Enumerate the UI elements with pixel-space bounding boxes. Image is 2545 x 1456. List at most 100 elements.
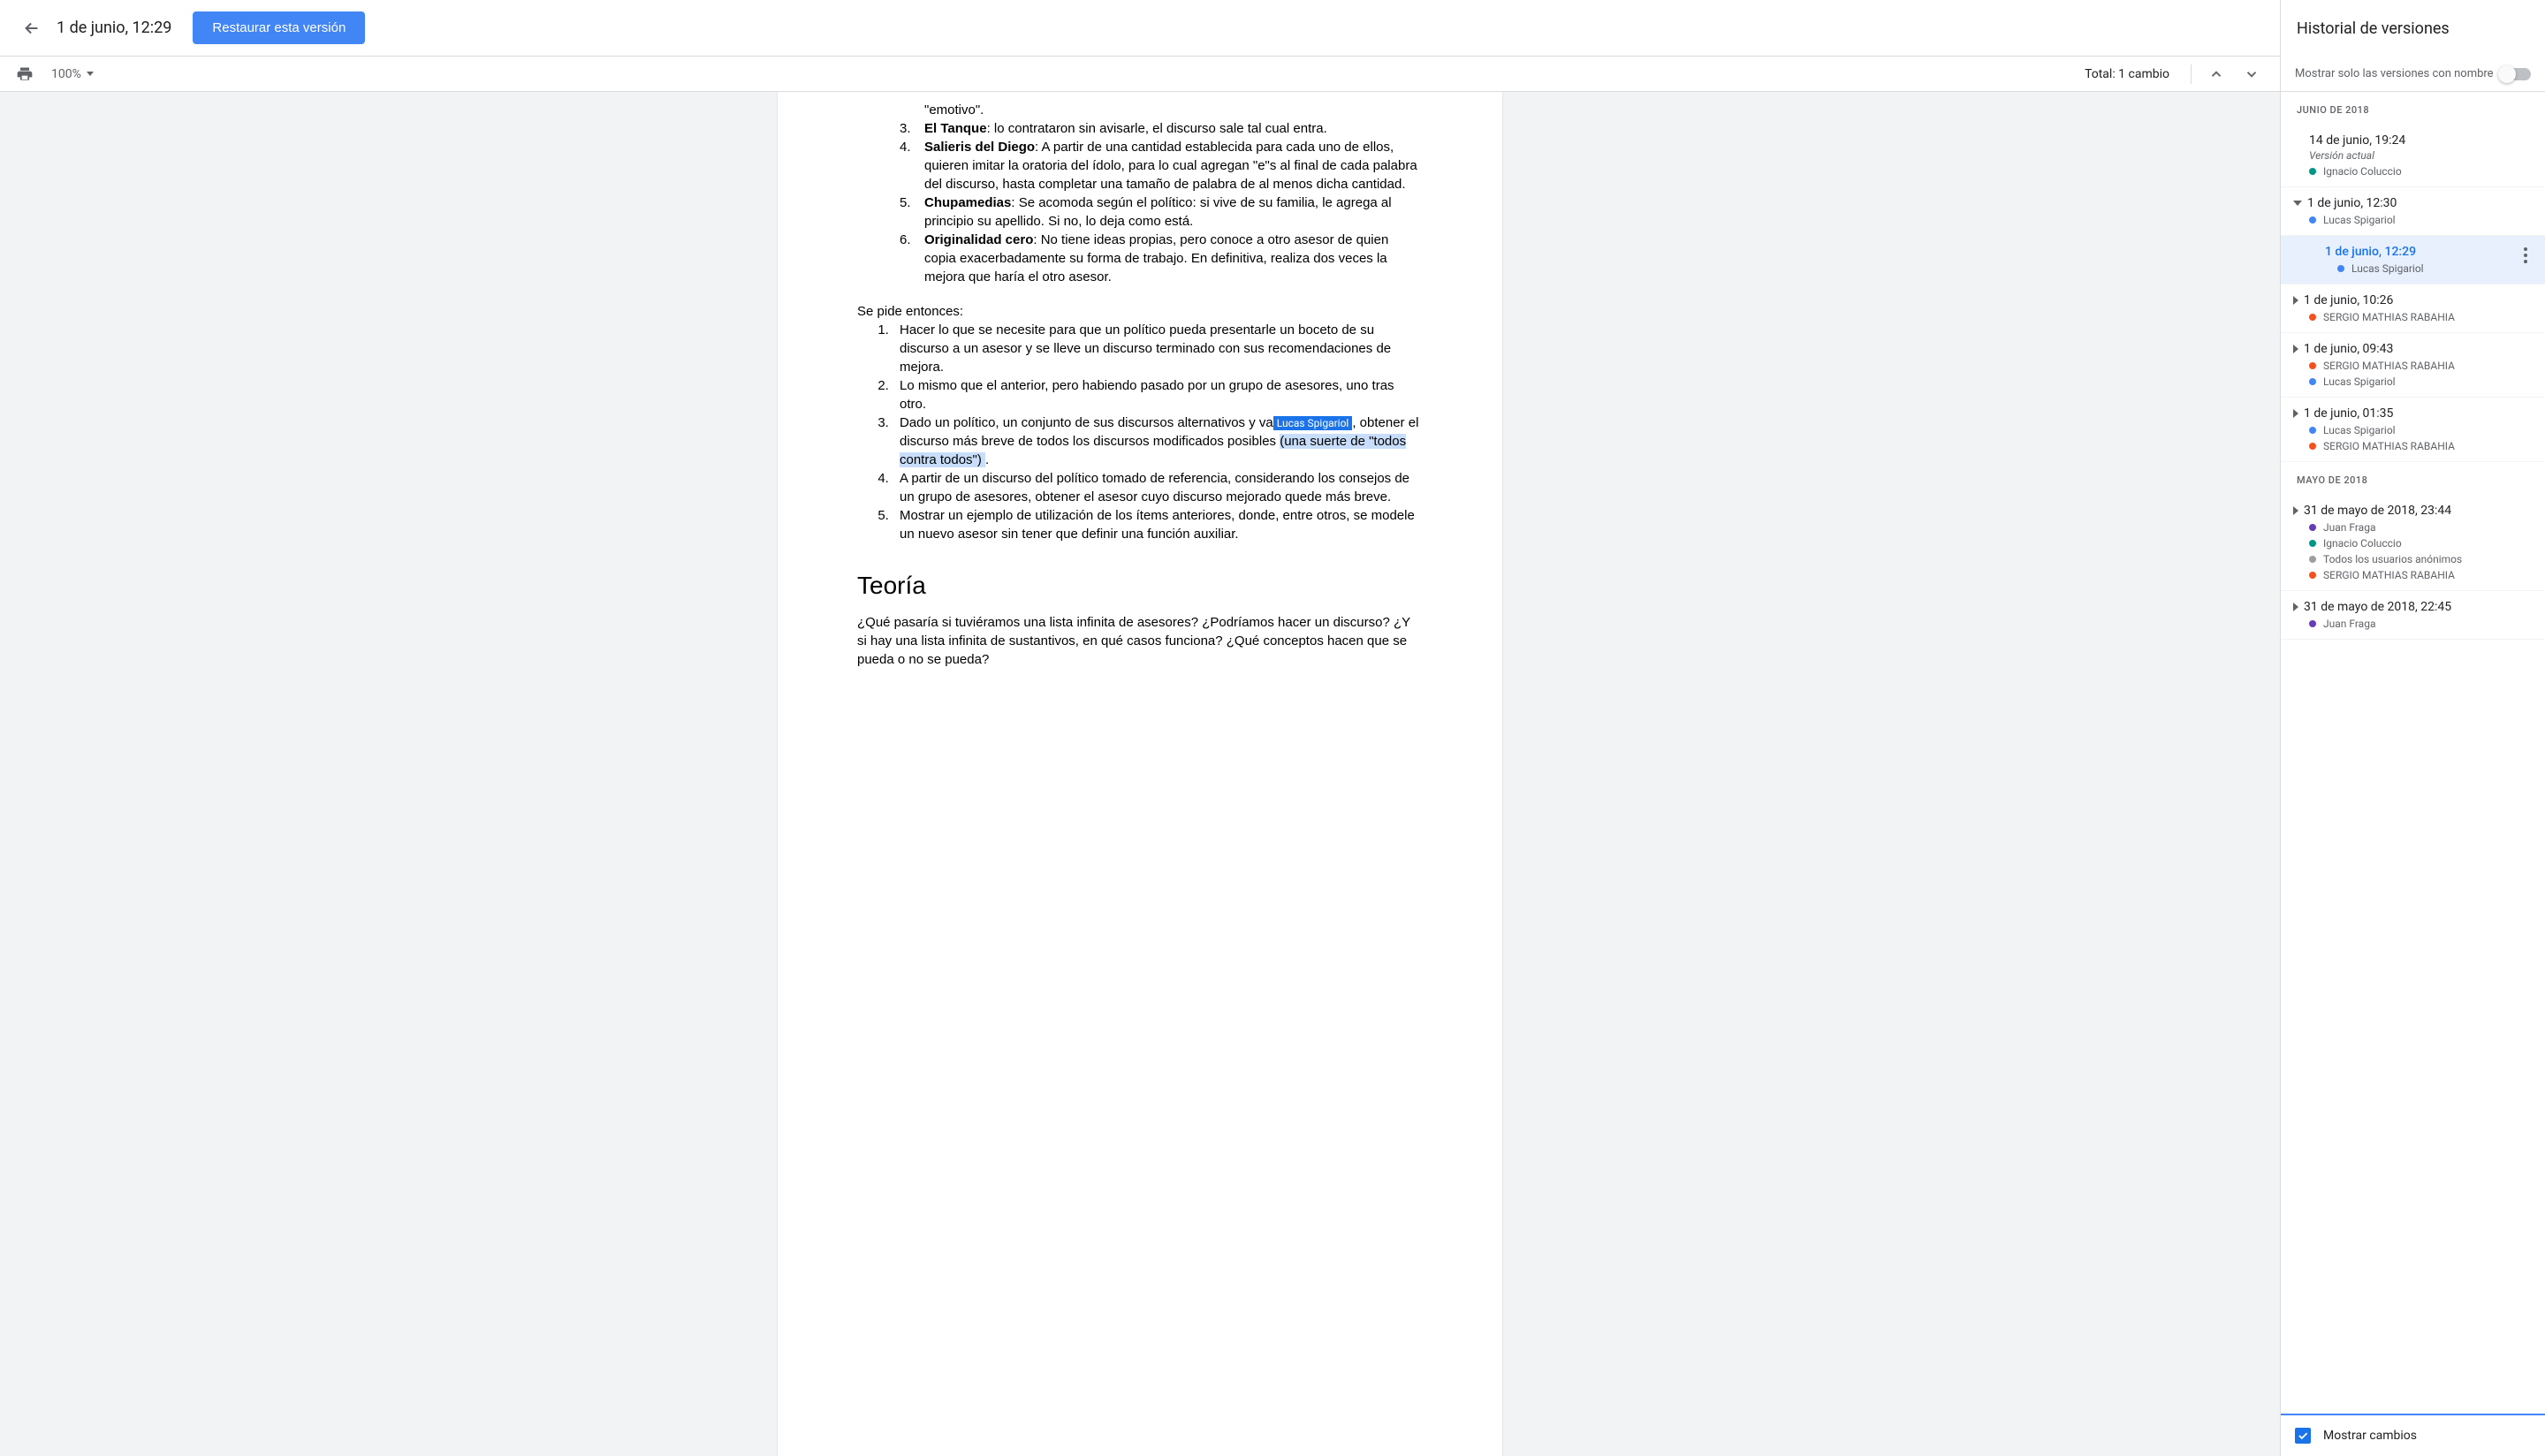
- show-changes-row: Mostrar cambios: [2281, 1415, 2545, 1456]
- editor-line: Ignacio Coluccio: [2309, 537, 2533, 550]
- editor-name: Lucas Spigariol: [2351, 262, 2424, 275]
- editor-name: Ignacio Coluccio: [2323, 537, 2402, 550]
- editor-dot: [2309, 362, 2316, 369]
- editor-name: SERGIO MATHIAS RABAHIA: [2323, 311, 2455, 323]
- zoom-dropdown[interactable]: 100%: [51, 67, 94, 81]
- editor-dot: [2309, 314, 2316, 321]
- more-options-button[interactable]: [2515, 245, 2536, 266]
- editor-line: Todos los usuarios anónimos: [2309, 553, 2533, 565]
- editor-line: SERGIO MATHIAS RABAHIA: [2309, 311, 2533, 323]
- check-icon: [2297, 1429, 2309, 1442]
- version-date: 31 de mayo de 2018, 22:45: [2304, 600, 2451, 614]
- editor-dot: [2309, 556, 2316, 563]
- editor-dot: [2309, 427, 2316, 434]
- chevron-down-icon: [87, 72, 94, 76]
- named-versions-label: Mostrar solo las versiones con nombre: [2295, 67, 2494, 80]
- task-item: Hacer lo que se necesite para que un pol…: [893, 321, 1423, 376]
- editor-line: Ignacio Coluccio: [2309, 165, 2533, 178]
- chevron-down-icon: [2244, 66, 2260, 82]
- editor-line: SERGIO MATHIAS RABAHIA: [2309, 360, 2533, 372]
- definition-item: 5.Chupamedias: Se acomoda según el polít…: [900, 193, 1423, 231]
- inserted-text: (una suerte de "todos contra todos"): [900, 434, 1406, 467]
- next-change-button[interactable]: [2237, 60, 2266, 88]
- sidebar-title: Historial de versiones: [2281, 0, 2545, 57]
- version-date: 14 de junio, 19:24: [2309, 133, 2405, 148]
- named-versions-row: Mostrar solo las versiones con nombre: [2281, 57, 2545, 92]
- version-date: 1 de junio, 12:29: [2325, 245, 2416, 259]
- zoom-value: 100%: [51, 67, 81, 81]
- version-item[interactable]: 31 de mayo de 2018, 23:44 Juan Fraga Ignac…: [2281, 495, 2545, 591]
- print-button[interactable]: [14, 64, 35, 85]
- editor-line: Lucas Spigariol: [2309, 214, 2533, 226]
- month-header: MAYO DE 2018: [2281, 462, 2545, 495]
- editor-dot: [2309, 540, 2316, 547]
- version-date: 1 de junio, 12:30: [2307, 196, 2397, 210]
- editor-name: SERGIO MATHIAS RABAHIA: [2323, 569, 2455, 581]
- show-changes-checkbox[interactable]: [2295, 1428, 2311, 1444]
- editor-line: SERGIO MATHIAS RABAHIA: [2309, 440, 2533, 452]
- editor-line: Juan Fraga: [2309, 618, 2533, 630]
- teoria-title: Teoría: [857, 568, 1423, 603]
- expand-caret-icon[interactable]: [2293, 296, 2298, 305]
- editor-name: Todos los usuarios anónimos: [2323, 553, 2462, 565]
- task-item-edited: Dado un político, un conjunto de sus dis…: [893, 413, 1423, 469]
- task-item: Mostrar un ejemplo de utilización de los…: [893, 506, 1423, 543]
- editor-name: Juan Fraga: [2323, 521, 2375, 534]
- task-item: Lo mismo que el anterior, pero habiendo …: [893, 376, 1423, 413]
- version-title: 1 de junio, 12:29: [57, 19, 171, 37]
- version-date: 1 de junio, 09:43: [2304, 342, 2393, 356]
- editor-name: SERGIO MATHIAS RABAHIA: [2323, 360, 2455, 372]
- editor-line: Lucas Spigariol: [2309, 424, 2533, 436]
- definition-item: 4.Salieris del Diego: A partir de una ca…: [900, 138, 1423, 193]
- editor-name: Lucas Spigariol: [2323, 375, 2396, 388]
- document-page: "emotivo".3.El Tanque: lo contrataron si…: [778, 92, 1502, 1456]
- prev-change-button[interactable]: [2202, 60, 2230, 88]
- editor-line: Lucas Spigariol: [2337, 262, 2533, 275]
- expand-caret-icon[interactable]: [2293, 506, 2298, 515]
- editor-name: Juan Fraga: [2323, 618, 2375, 630]
- collapse-caret-icon[interactable]: [2293, 201, 2302, 206]
- definition-item: 3.El Tanque: lo contrataron sin avisarle…: [900, 119, 1423, 138]
- version-item[interactable]: 14 de junio, 19:24Versión actual Ignacio …: [2281, 125, 2545, 187]
- version-item[interactable]: 1 de junio, 12:30 Lucas Spigariol: [2281, 187, 2545, 236]
- expand-caret-icon[interactable]: [2293, 345, 2298, 353]
- version-list[interactable]: JUNIO DE 201814 de junio, 19:24Versión a…: [2281, 92, 2545, 1415]
- document-viewport[interactable]: "emotivo".3.El Tanque: lo contrataron si…: [0, 92, 2280, 1456]
- editor-name: Lucas Spigariol: [2323, 424, 2396, 436]
- expand-caret-icon[interactable]: [2293, 409, 2298, 418]
- tasks-list: Hacer lo que se necesite para que un pol…: [857, 321, 1423, 543]
- editor-dot: [2309, 216, 2316, 224]
- editor-line: SERGIO MATHIAS RABAHIA: [2309, 569, 2533, 581]
- editor-dot: [2309, 620, 2316, 627]
- editor-dot: [2309, 524, 2316, 531]
- version-item-child[interactable]: 1 de junio, 12:29 Lucas Spigariol: [2281, 236, 2545, 284]
- editor-name: Lucas Spigariol: [2323, 214, 2396, 226]
- definition-item: 6.Originalidad cero: No tiene ideas prop…: [900, 231, 1423, 286]
- month-header: JUNIO DE 2018: [2281, 92, 2545, 125]
- back-button[interactable]: [14, 11, 49, 46]
- named-versions-toggle[interactable]: [2499, 68, 2531, 80]
- version-date: 1 de junio, 01:35: [2304, 406, 2393, 421]
- editor-name: Ignacio Coluccio: [2323, 165, 2402, 178]
- editor-dot: [2309, 443, 2316, 450]
- version-item[interactable]: 1 de junio, 01:35 Lucas Spigariol SERGIO M…: [2281, 398, 2545, 462]
- expand-caret-icon[interactable]: [2293, 603, 2298, 611]
- version-date: 31 de mayo de 2018, 23:44: [2304, 504, 2451, 518]
- editor-dot: [2309, 168, 2316, 175]
- editor-line: Lucas Spigariol: [2309, 375, 2533, 388]
- definition-item: "emotivo".: [900, 101, 1423, 119]
- version-item[interactable]: 31 de mayo de 2018, 22:45 Juan Fraga: [2281, 591, 2545, 640]
- version-item[interactable]: 1 de junio, 10:26 SERGIO MATHIAS RABAHIA: [2281, 284, 2545, 333]
- version-sub: Versión actual: [2309, 149, 2533, 162]
- divider: [2191, 64, 2192, 84]
- arrow-left-icon: [22, 19, 42, 38]
- se-pide-heading: Se pide entonces:: [857, 302, 1423, 321]
- version-date: 1 de junio, 10:26: [2304, 293, 2393, 307]
- toolbar: 100% Total: 1 cambio: [0, 57, 2280, 92]
- restore-version-button[interactable]: Restaurar esta versión: [193, 11, 365, 44]
- editor-line: Juan Fraga: [2309, 521, 2533, 534]
- header-bar: 1 de junio, 12:29 Restaurar esta versión: [0, 0, 2280, 57]
- version-history-sidebar: Historial de versiones Mostrar solo las …: [2280, 0, 2545, 1456]
- version-item[interactable]: 1 de junio, 09:43 SERGIO MATHIAS RABAHIA L…: [2281, 333, 2545, 398]
- chevron-up-icon: [2208, 66, 2224, 82]
